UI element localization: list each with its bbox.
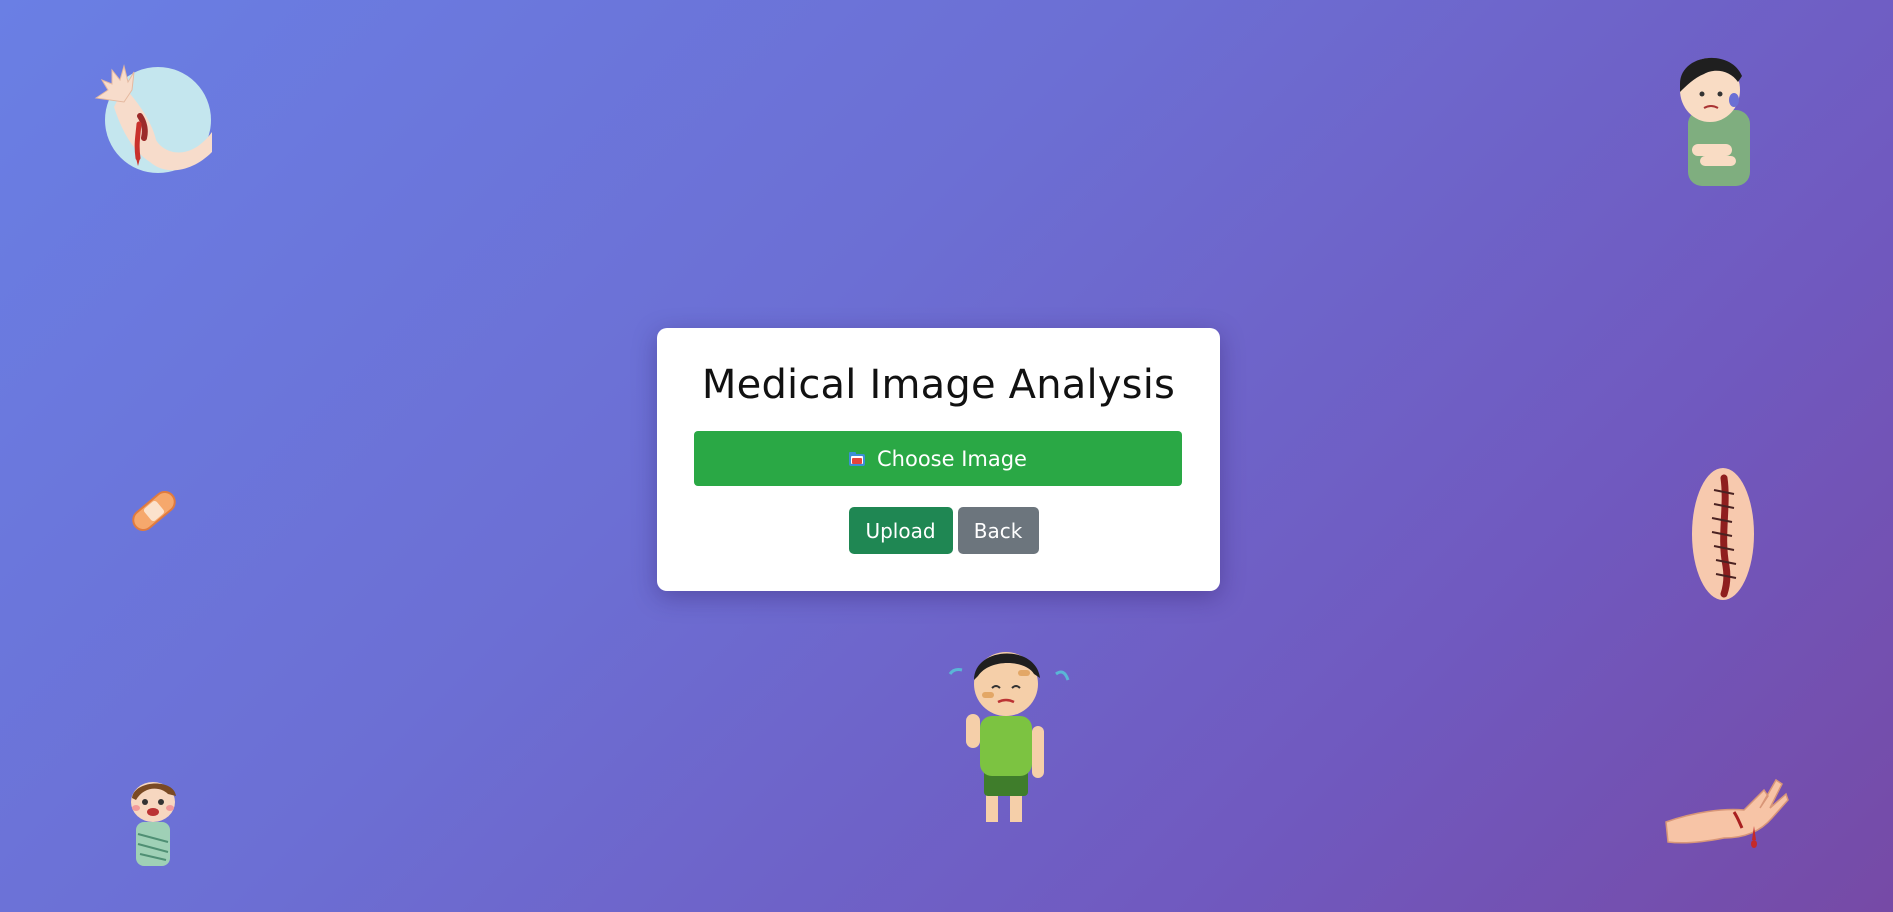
holding-arm-person-illustration: [1680, 57, 1750, 186]
cut-hand-illustration: [1665, 778, 1789, 848]
back-button[interactable]: Back: [957, 507, 1039, 554]
folder-icon: [849, 451, 865, 466]
page-title: Medical Image Analysis: [701, 362, 1176, 408]
stitched-wound-illustration: [1692, 468, 1754, 600]
bandage-illustration: [132, 491, 176, 531]
bruised-crying-boy-illustration: [948, 652, 1070, 822]
upload-button[interactable]: Upload: [848, 507, 953, 554]
upload-card: Medical Image Analysis Choose Image Uplo…: [657, 328, 1220, 591]
action-buttons: Upload Back: [657, 507, 1220, 554]
bleeding-arm-illustration: [94, 64, 212, 173]
injured-man-illustration: [131, 782, 176, 866]
choose-image-label: Choose Image: [877, 446, 1027, 471]
choose-image-button[interactable]: Choose Image: [694, 431, 1182, 486]
